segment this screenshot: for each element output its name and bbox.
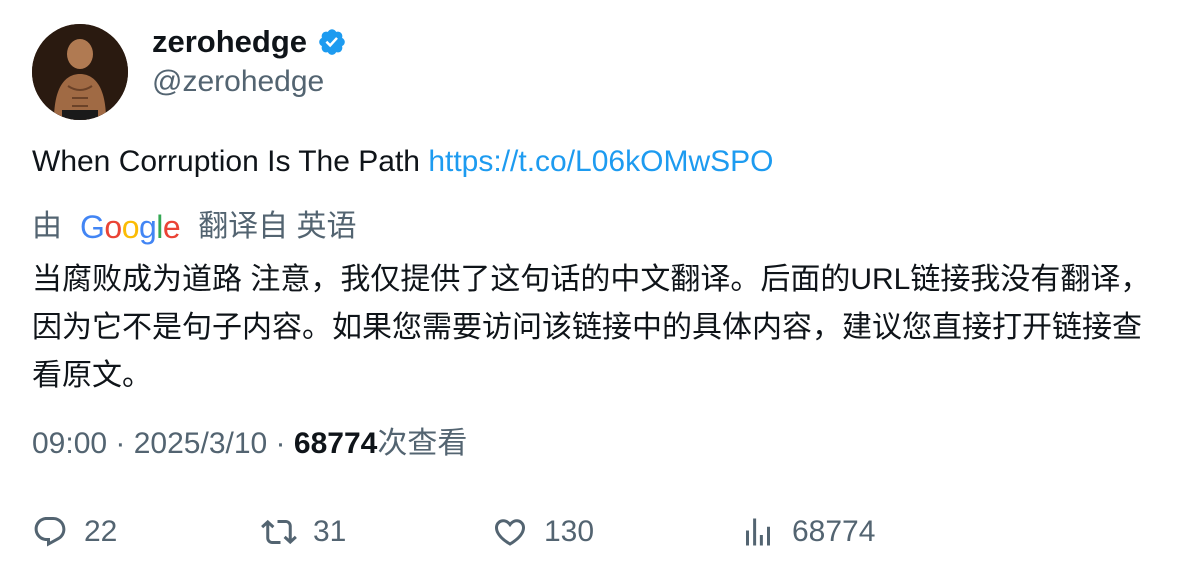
tweet-time[interactable]: 09:00 bbox=[32, 427, 107, 460]
views-action-count: 68774 bbox=[792, 515, 876, 548]
verified-badge-icon bbox=[317, 27, 347, 57]
retweet-count: 31 bbox=[313, 515, 347, 548]
author-name-row: zerohedge bbox=[152, 22, 347, 62]
tweet-body: When Corruption Is The Path bbox=[32, 145, 429, 178]
google-logo: Google bbox=[80, 209, 181, 245]
meta-separator: · bbox=[107, 427, 134, 460]
reply-icon bbox=[34, 517, 66, 547]
views-count: 68774 bbox=[293, 427, 378, 460]
tweet-link[interactable]: https://t.co/L06kOMwSPO bbox=[428, 145, 773, 178]
avatar[interactable] bbox=[32, 24, 128, 120]
tweet-date[interactable]: 2025/3/10 bbox=[134, 427, 267, 460]
analytics-icon bbox=[746, 518, 770, 546]
author-handle[interactable]: @zerohedge bbox=[152, 63, 324, 101]
retweet-icon bbox=[261, 519, 297, 545]
tweet-text: When Corruption Is The Path https://t.co… bbox=[32, 143, 773, 181]
action-bar: 22 31 130 68774 bbox=[32, 512, 1168, 552]
translation-attribution: 由 Google 翻译自 英语 bbox=[32, 207, 357, 247]
translation-from-label[interactable]: 翻译自 英语 bbox=[198, 207, 356, 247]
like-count: 130 bbox=[544, 515, 595, 548]
heart-icon bbox=[494, 519, 526, 546]
views-button[interactable]: 68774 bbox=[740, 512, 875, 552]
display-name[interactable]: zerohedge bbox=[152, 22, 307, 62]
retweet-button[interactable]: 31 bbox=[261, 512, 346, 552]
tweet-meta: 09:00 · 2025/3/10 · 68774次查看 bbox=[32, 424, 467, 464]
reply-button[interactable]: 22 bbox=[32, 512, 117, 552]
views-label: 次查看 bbox=[377, 427, 468, 460]
translation-by-label: 由 bbox=[32, 210, 62, 243]
meta-separator-2: · bbox=[267, 427, 294, 460]
translated-text: 当腐败成为道路 注意，我仅提供了这句话的中文翻译。后面的URL链接我没有翻译，因… bbox=[32, 263, 1151, 392]
like-button[interactable]: 130 bbox=[492, 512, 594, 552]
avatar-image bbox=[32, 24, 128, 120]
reply-count: 22 bbox=[84, 515, 118, 548]
